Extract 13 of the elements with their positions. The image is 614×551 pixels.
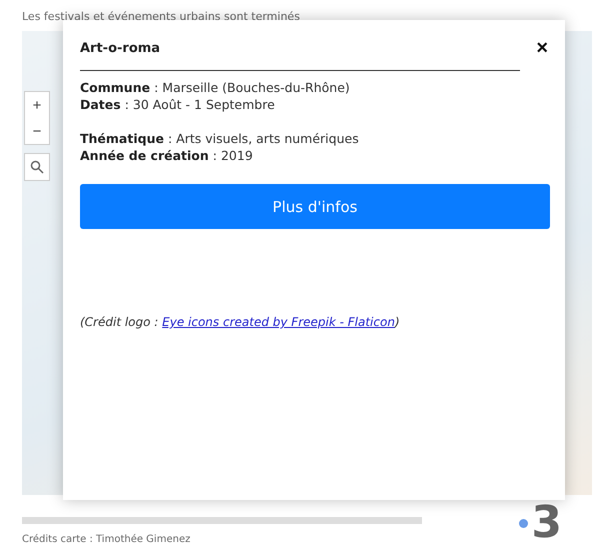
page-heading: Les festivals et événements urbains sont terminés <box>21 9 301 25</box>
map-credits: Crédits carte : Timothée Gimenez <box>22 534 192 545</box>
more-info-button[interactable]: Plus d'infos <box>80 184 550 229</box>
logo: 3 <box>519 501 562 545</box>
info-line: Commune : Marseille (Bouches-du-Rhône) <box>80 80 351 95</box>
search-icon[interactable] <box>24 153 50 181</box>
popup-title: Art-o-roma <box>80 40 160 56</box>
info-line: Dates : 30 Août - 1 Septembre <box>80 97 276 112</box>
logo-credit: (Crédit logo : Eye icons created by Freepik - Flaticon) <box>80 315 401 329</box>
info-line: Année de création : 2019 <box>80 148 254 163</box>
close-button[interactable]: × <box>534 38 550 58</box>
credit-link[interactable]: Eye icons created by Freepik - Flaticon <box>162 315 395 329</box>
info-line: Thématique : Arts visuels, arts numériques <box>80 131 360 146</box>
